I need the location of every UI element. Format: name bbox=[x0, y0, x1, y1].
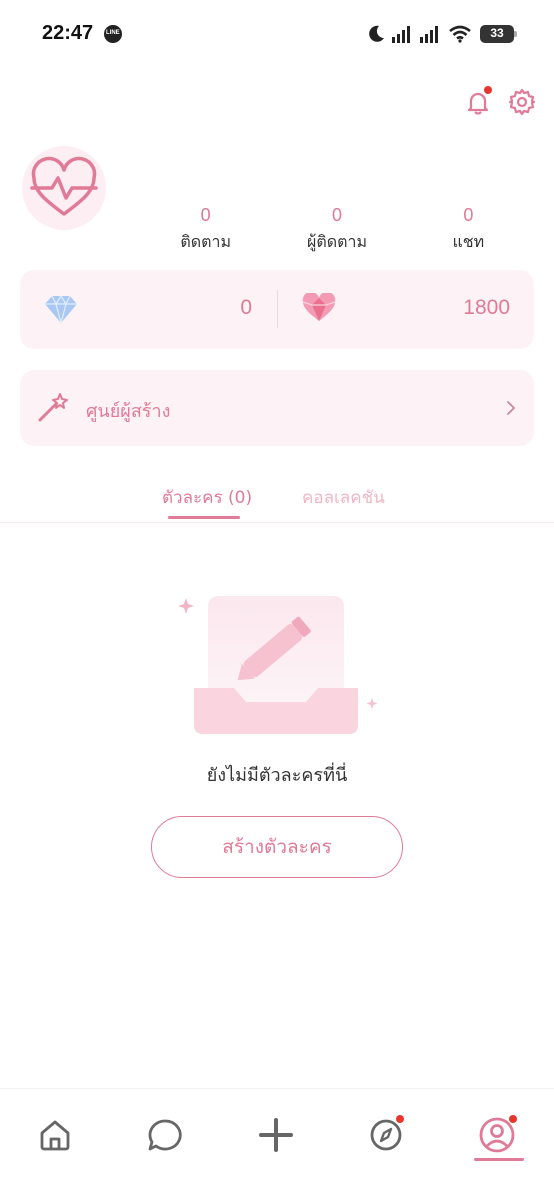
active-tab-indicator bbox=[168, 516, 240, 519]
empty-box-pencil-icon bbox=[178, 596, 378, 734]
pink-heart-icon bbox=[302, 291, 336, 321]
profile-stats: 0 ติดตาม 0 ผู้ติดตาม 0 แชท bbox=[140, 205, 534, 255]
empty-state-illustration bbox=[172, 588, 392, 748]
nav-home[interactable] bbox=[33, 1113, 77, 1157]
chevron-right-icon bbox=[506, 400, 516, 420]
tab-collection[interactable]: คอลเลคชัน bbox=[302, 484, 385, 511]
content-tabs: ตัวละคร (0) คอลเลคชัน bbox=[0, 478, 554, 522]
signal-icon bbox=[420, 26, 438, 43]
nav-explore[interactable] bbox=[364, 1113, 408, 1157]
avatar[interactable] bbox=[22, 146, 106, 230]
stat-label: ผู้ติดตาม bbox=[306, 232, 368, 251]
gear-icon bbox=[508, 88, 536, 116]
nav-create[interactable] bbox=[254, 1113, 298, 1157]
nav-profile[interactable] bbox=[475, 1113, 519, 1157]
diamond-balance[interactable] bbox=[44, 294, 78, 328]
profile-badge bbox=[509, 1115, 517, 1123]
status-bar: 22:47 LINE 33 bbox=[0, 0, 554, 68]
nav-chat[interactable] bbox=[143, 1113, 187, 1157]
stat-value: 0 bbox=[200, 205, 211, 225]
magic-wand-icon bbox=[36, 390, 72, 428]
wallet-divider bbox=[277, 290, 278, 328]
battery-level: 33 bbox=[490, 26, 504, 40]
diamond-value: 0 bbox=[240, 296, 252, 319]
creator-center-button[interactable]: ศูนย์ผู้สร้าง bbox=[20, 370, 534, 446]
battery-icon: 33 bbox=[480, 25, 517, 43]
bottom-navigation bbox=[0, 1088, 554, 1200]
stat-followers[interactable]: 0 ผู้ติดตาม bbox=[271, 205, 402, 255]
status-time: 22:47 bbox=[42, 22, 94, 44]
diamond-icon bbox=[45, 294, 77, 326]
tab-characters[interactable]: ตัวละคร (0) bbox=[162, 484, 252, 511]
heart-balance[interactable] bbox=[302, 291, 336, 327]
stat-following[interactable]: 0 ติดตาม bbox=[140, 205, 271, 255]
plus-icon bbox=[259, 1118, 293, 1152]
empty-state-message: ยังไม่มีตัวละครที่นี่ bbox=[206, 765, 348, 786]
signal-icon bbox=[392, 26, 410, 43]
stat-label: ติดตาม bbox=[180, 232, 232, 251]
home-icon bbox=[40, 1120, 70, 1151]
stat-value: 0 bbox=[331, 205, 342, 225]
wifi-icon bbox=[449, 25, 471, 43]
wallet-card: 0 1800 bbox=[20, 270, 534, 349]
settings-button[interactable] bbox=[506, 86, 538, 118]
stat-label: แชท bbox=[452, 232, 485, 251]
create-character-button[interactable]: สร้างตัวละคร bbox=[151, 816, 403, 878]
top-actions bbox=[462, 86, 538, 118]
chat-bubble-icon bbox=[148, 1119, 182, 1151]
divider bbox=[0, 522, 554, 523]
stat-chats[interactable]: 0 แชท bbox=[403, 205, 534, 255]
moon-icon bbox=[369, 25, 384, 42]
status-icons: 33 bbox=[366, 22, 517, 46]
line-icon: LINE bbox=[104, 25, 122, 43]
line-label: LINE bbox=[106, 30, 120, 36]
heart-value: 1800 bbox=[463, 296, 510, 319]
notifications-button[interactable] bbox=[462, 86, 494, 118]
explore-badge bbox=[396, 1115, 404, 1123]
stat-value: 0 bbox=[463, 205, 474, 225]
nav-active-indicator bbox=[474, 1158, 524, 1161]
heartbeat-heart-icon bbox=[30, 156, 98, 216]
notification-badge bbox=[484, 86, 492, 94]
creator-center-label: ศูนย์ผู้สร้าง bbox=[86, 401, 171, 422]
